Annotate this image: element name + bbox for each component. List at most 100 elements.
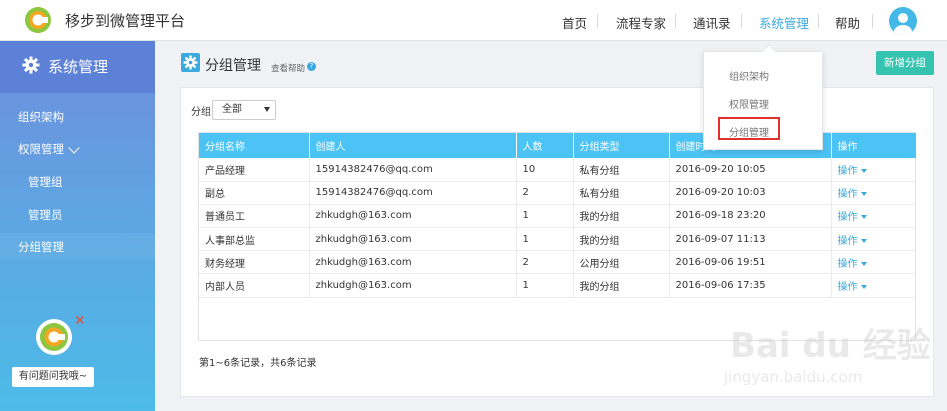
cell-group-type: 公用分组	[573, 250, 670, 275]
chevron-down-icon[interactable]	[68, 142, 80, 154]
sidebar: 系统管理 组织架构 权限管理 管理组 管理员 分组管理 ✕ 有问题问我哦~	[0, 41, 155, 411]
close-icon[interactable]: ✕	[74, 313, 86, 329]
column-header[interactable]: 创建人	[309, 133, 517, 158]
gear-icon	[181, 53, 200, 72]
table-row[interactable]: 产品经理 15914382476@qq.com 10 私有分组 2016-09-…	[199, 158, 916, 182]
nav-divider	[597, 14, 598, 28]
view-help-link[interactable]: 查看帮助	[271, 62, 305, 74]
page-title: 分组管理	[205, 58, 261, 74]
row-actions-menu[interactable]: 操作	[831, 204, 916, 229]
cell-group-name: 财务经理	[199, 250, 310, 275]
cell-member-count: 2	[516, 250, 574, 275]
sidebar-item-org-structure[interactable]: 组织架构	[18, 109, 64, 125]
cell-created-time: 2016-09-06 19:51	[669, 250, 832, 275]
nav-system-management[interactable]: 系统管理	[759, 13, 809, 32]
dropdown-item-permissions[interactable]: 权限管理	[729, 96, 769, 111]
column-header[interactable]: 人数	[516, 133, 574, 158]
sidebar-header: 系统管理	[0, 41, 155, 93]
row-actions-menu[interactable]: 操作	[831, 250, 916, 275]
cell-group-name: 人事部总监	[199, 227, 310, 252]
sidebar-item-admin-group[interactable]: 管理组	[28, 174, 63, 190]
row-actions-menu[interactable]: 操作	[831, 181, 916, 205]
actions-label: 操作	[837, 165, 858, 177]
actions-label: 操作	[837, 235, 858, 247]
table-row[interactable]: 财务经理 zhkudgh@163.com 2 公用分组 2016-09-06 1…	[199, 250, 916, 275]
add-group-button[interactable]: 新增分组	[876, 51, 934, 75]
help-widget: ✕ 有问题问我哦~	[12, 313, 102, 389]
help-chat-button[interactable]: 有问题问我哦~	[12, 367, 94, 387]
row-actions-menu[interactable]: 操作	[831, 227, 916, 252]
caret-down-icon	[860, 261, 867, 266]
cell-group-type: 我的分组	[573, 204, 670, 229]
top-bar: 移步到微管理平台 首页 流程专家 通讯录 系统管理 帮助	[0, 0, 947, 41]
cell-group-name: 副总	[199, 181, 310, 205]
cell-group-type: 我的分组	[573, 227, 670, 252]
nav-process-expert[interactable]: 流程专家	[616, 13, 666, 32]
cell-group-name: 内部人员	[199, 273, 310, 298]
cell-created-time: 2016-09-20 10:03	[669, 181, 832, 205]
cell-group-name: 产品经理	[199, 158, 310, 182]
cell-group-type: 我的分组	[573, 273, 670, 298]
cell-group-name: 普通员工	[199, 204, 310, 229]
app-logo-icon[interactable]	[24, 6, 52, 34]
app-logo-icon	[40, 323, 68, 351]
app-title: 移步到微管理平台	[65, 12, 186, 30]
highlight-box	[718, 117, 780, 140]
nav-divider	[741, 14, 742, 28]
caret-down-icon	[264, 107, 270, 112]
cell-group-type: 私有分组	[573, 158, 670, 182]
nav-help[interactable]: 帮助	[835, 13, 860, 32]
cell-creator: zhkudgh@163.com	[309, 204, 517, 229]
watermark-line-1: Bai du 经验	[730, 326, 931, 366]
cell-member-count: 10	[516, 158, 574, 182]
cell-group-type: 私有分组	[573, 181, 670, 205]
help-icon[interactable]: ?	[307, 62, 316, 71]
caret-down-icon	[860, 168, 867, 173]
cell-member-count: 1	[516, 227, 574, 252]
cell-creator: zhkudgh@163.com	[309, 227, 517, 252]
watermark-line-2: jingyan.baidu.com	[724, 368, 863, 386]
sidebar-item-permissions[interactable]: 权限管理	[18, 141, 64, 157]
nav-contacts[interactable]: 通讯录	[693, 13, 731, 32]
cell-creator: 15914382476@qq.com	[309, 181, 517, 205]
caret-down-icon	[860, 192, 867, 197]
column-header[interactable]: 分组名称	[199, 133, 310, 158]
actions-label: 操作	[837, 258, 858, 270]
cell-creator: zhkudgh@163.com	[309, 250, 517, 275]
help-logo[interactable]	[36, 319, 72, 355]
baidu-jingyan-watermark: Bai du 经验 jingyan.baidu.com	[724, 290, 931, 390]
sidebar-item-admins[interactable]: 管理员	[28, 207, 63, 223]
nav-divider	[872, 14, 873, 28]
caret-down-icon	[860, 238, 867, 243]
user-icon	[894, 13, 912, 35]
sidebar-title: 系统管理	[48, 58, 109, 76]
sidebar-item-group-management[interactable]: 分组管理	[18, 239, 64, 255]
cell-created-time: 2016-09-07 11:13	[669, 227, 832, 252]
nav-divider	[818, 14, 819, 28]
table-row[interactable]: 普通员工 zhkudgh@163.com 1 我的分组 2016-09-18 2…	[199, 204, 916, 229]
pagination-summary: 第1~6条记录，共6条记录	[199, 358, 317, 369]
caret-down-icon	[860, 285, 867, 290]
cell-created-time: 2016-09-20 10:05	[669, 158, 832, 182]
user-avatar[interactable]	[889, 7, 917, 35]
nav-divider	[675, 14, 676, 28]
actions-label: 操作	[837, 189, 858, 201]
group-filter-value: 全部	[222, 104, 242, 115]
actions-label: 操作	[837, 212, 858, 224]
column-header[interactable]: 分组类型	[573, 133, 670, 158]
nav-home[interactable]: 首页	[562, 13, 587, 32]
row-actions-menu[interactable]: 操作	[831, 158, 916, 182]
cell-creator: 15914382476@qq.com	[309, 158, 517, 182]
table-row[interactable]: 副总 15914382476@qq.com 2 私有分组 2016-09-20 …	[199, 181, 916, 205]
cell-created-time: 2016-09-18 23:20	[669, 204, 832, 229]
caret-down-icon	[860, 215, 867, 220]
cell-member-count: 1	[516, 273, 574, 298]
cell-member-count: 1	[516, 204, 574, 229]
dropdown-item-org-structure[interactable]: 组织架构	[729, 68, 769, 83]
table-row[interactable]: 人事部总监 zhkudgh@163.com 1 我的分组 2016-09-07 …	[199, 227, 916, 252]
filter-label: 分组	[191, 107, 211, 118]
gear-icon	[22, 56, 40, 74]
group-filter-select[interactable]: 全部	[212, 100, 276, 120]
cell-creator: zhkudgh@163.com	[309, 273, 517, 298]
column-header: 操作	[831, 133, 916, 158]
